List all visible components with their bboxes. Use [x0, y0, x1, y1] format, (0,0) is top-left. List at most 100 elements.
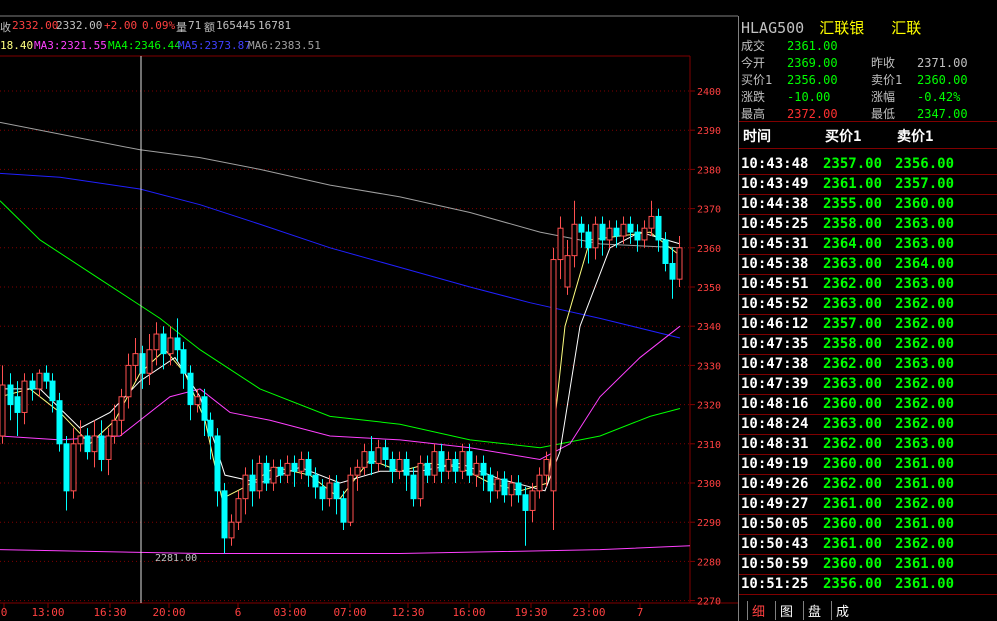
candle	[599, 216, 606, 256]
candle	[403, 451, 410, 491]
time-tick-label: 0	[1, 606, 8, 619]
candle	[347, 467, 354, 527]
tick-bid: 2361.00	[823, 176, 883, 192]
candle	[298, 451, 305, 480]
tick-time: 10:48:16	[741, 396, 809, 412]
tick-bid: 2362.00	[823, 356, 883, 372]
tick-header-bid: 买价1	[825, 129, 862, 145]
candle	[194, 388, 201, 413]
tick-bid: 2360.00	[823, 516, 883, 532]
candle	[118, 388, 125, 436]
quote-value: 2361.00	[787, 39, 838, 53]
quote-label: 成交	[741, 39, 766, 53]
price-tick-label: 2270	[697, 597, 721, 608]
quote-value: 2371.00	[917, 56, 968, 70]
time-tick-label: 6	[235, 606, 242, 619]
tick-ask: 2362.00	[895, 416, 955, 432]
tick-row: 10:47:39 2363.00 2362.00	[739, 374, 997, 395]
tick-ask: 2357.00	[895, 176, 955, 192]
time-tick-label: 16:00	[452, 606, 485, 619]
candle	[270, 459, 277, 491]
candle	[21, 373, 28, 425]
candle	[77, 420, 84, 452]
symbol-code: HLAG500	[741, 19, 805, 37]
candle	[389, 451, 396, 483]
tab-orderbook[interactable]: 盘	[803, 601, 821, 620]
candle	[571, 200, 578, 268]
tick-bid: 2358.00	[823, 336, 883, 352]
tick-row: 10:47:38 2362.00 2363.00	[739, 354, 997, 375]
tab-trades[interactable]: 成	[831, 601, 849, 620]
quote-row: 今开 2369.00 昨收 2371.00	[741, 55, 996, 72]
candle	[536, 467, 543, 499]
price-tick-label: 2320	[697, 401, 721, 412]
tick-bid: 2363.00	[823, 296, 883, 312]
tick-row: 10:48:24 2363.00 2362.00	[739, 414, 997, 435]
candle	[424, 455, 431, 483]
candle	[592, 216, 599, 260]
tick-ask: 2362.00	[895, 336, 955, 352]
candle	[648, 200, 655, 237]
tick-row: 10:47:35 2358.00 2362.00	[739, 334, 997, 355]
tick-ask: 2362.00	[895, 296, 955, 312]
time-tick-label: 19:30	[514, 606, 547, 619]
tick-row: 10:46:12 2357.00 2362.00	[739, 314, 997, 335]
tick-time: 10:47:35	[741, 336, 809, 352]
candle	[228, 514, 235, 546]
candle	[501, 471, 508, 503]
price-tick-label: 2310	[697, 440, 721, 451]
candle	[669, 247, 676, 299]
tick-time: 10:48:24	[741, 416, 809, 432]
quote-label: 涨跌	[741, 90, 766, 104]
tick-time: 10:45:31	[741, 236, 809, 252]
quote-label: 卖价1	[871, 73, 903, 87]
candle	[655, 208, 662, 252]
tick-bid: 2360.00	[823, 456, 883, 472]
candle	[487, 467, 494, 503]
quote-panel: HLAG500 汇联银 汇联 成交 2361.00 今开 2369.00 昨收 2371.…	[738, 16, 997, 621]
tick-bid: 2362.00	[823, 276, 883, 292]
candle	[634, 224, 641, 252]
tick-time: 10:45:52	[741, 296, 809, 312]
tick-ask: 2361.00	[895, 476, 955, 492]
candle	[160, 326, 167, 370]
tick-row: 10:45:25 2358.00 2363.00	[739, 214, 997, 235]
price-tick-label: 2350	[697, 283, 721, 294]
candle	[284, 455, 291, 483]
ma4-line	[0, 200, 681, 449]
quote-value: 2369.00	[787, 56, 838, 70]
grid-lines	[0, 90, 695, 602]
time-axis-labels: 0 13:00 16:30 20:00 6 03:00 07:00 12:30 16:00 19:…	[1, 603, 644, 619]
quote-label: 买价1	[741, 73, 773, 87]
tick-time: 10:50:43	[741, 536, 809, 552]
tab-detail[interactable]: 细	[747, 601, 765, 620]
candlestick-chart[interactable]: 2400 2390 2380 2370 2360 2350 2340 2330 2320 2310…	[0, 0, 738, 621]
time-tick-label: 12:30	[391, 606, 424, 619]
low-annotation: 2281.00	[155, 553, 197, 564]
tick-time: 10:48:31	[741, 436, 809, 452]
tick-bid: 2357.00	[823, 316, 883, 332]
candle	[291, 455, 298, 487]
candle	[312, 467, 319, 499]
candle	[0, 365, 6, 444]
tick-ask: 2361.00	[895, 556, 955, 572]
candles	[0, 200, 683, 554]
tick-bid: 2361.00	[823, 536, 883, 552]
ma-base-line	[0, 545, 691, 555]
quote-value: -10.00	[787, 90, 831, 104]
tick-time: 10:49:19	[741, 456, 809, 472]
candle	[180, 341, 187, 389]
tick-time: 10:49:27	[741, 496, 809, 512]
quote-row: 涨跌 -10.00 涨幅 -0.42%	[741, 89, 996, 106]
tick-bid: 2360.00	[823, 396, 883, 412]
tick-ask: 2363.00	[895, 356, 955, 372]
candle	[627, 216, 634, 244]
candle	[277, 459, 284, 483]
candle	[305, 451, 312, 487]
candle	[235, 490, 242, 531]
tick-row: 10:51:25 2356.00 2361.00	[739, 574, 997, 595]
tick-row: 10:43:48 2357.00 2356.00	[739, 154, 997, 175]
tab-chart[interactable]: 图	[775, 601, 793, 620]
time-tick-label: 7	[637, 606, 644, 619]
tick-ask: 2361.00	[895, 456, 955, 472]
